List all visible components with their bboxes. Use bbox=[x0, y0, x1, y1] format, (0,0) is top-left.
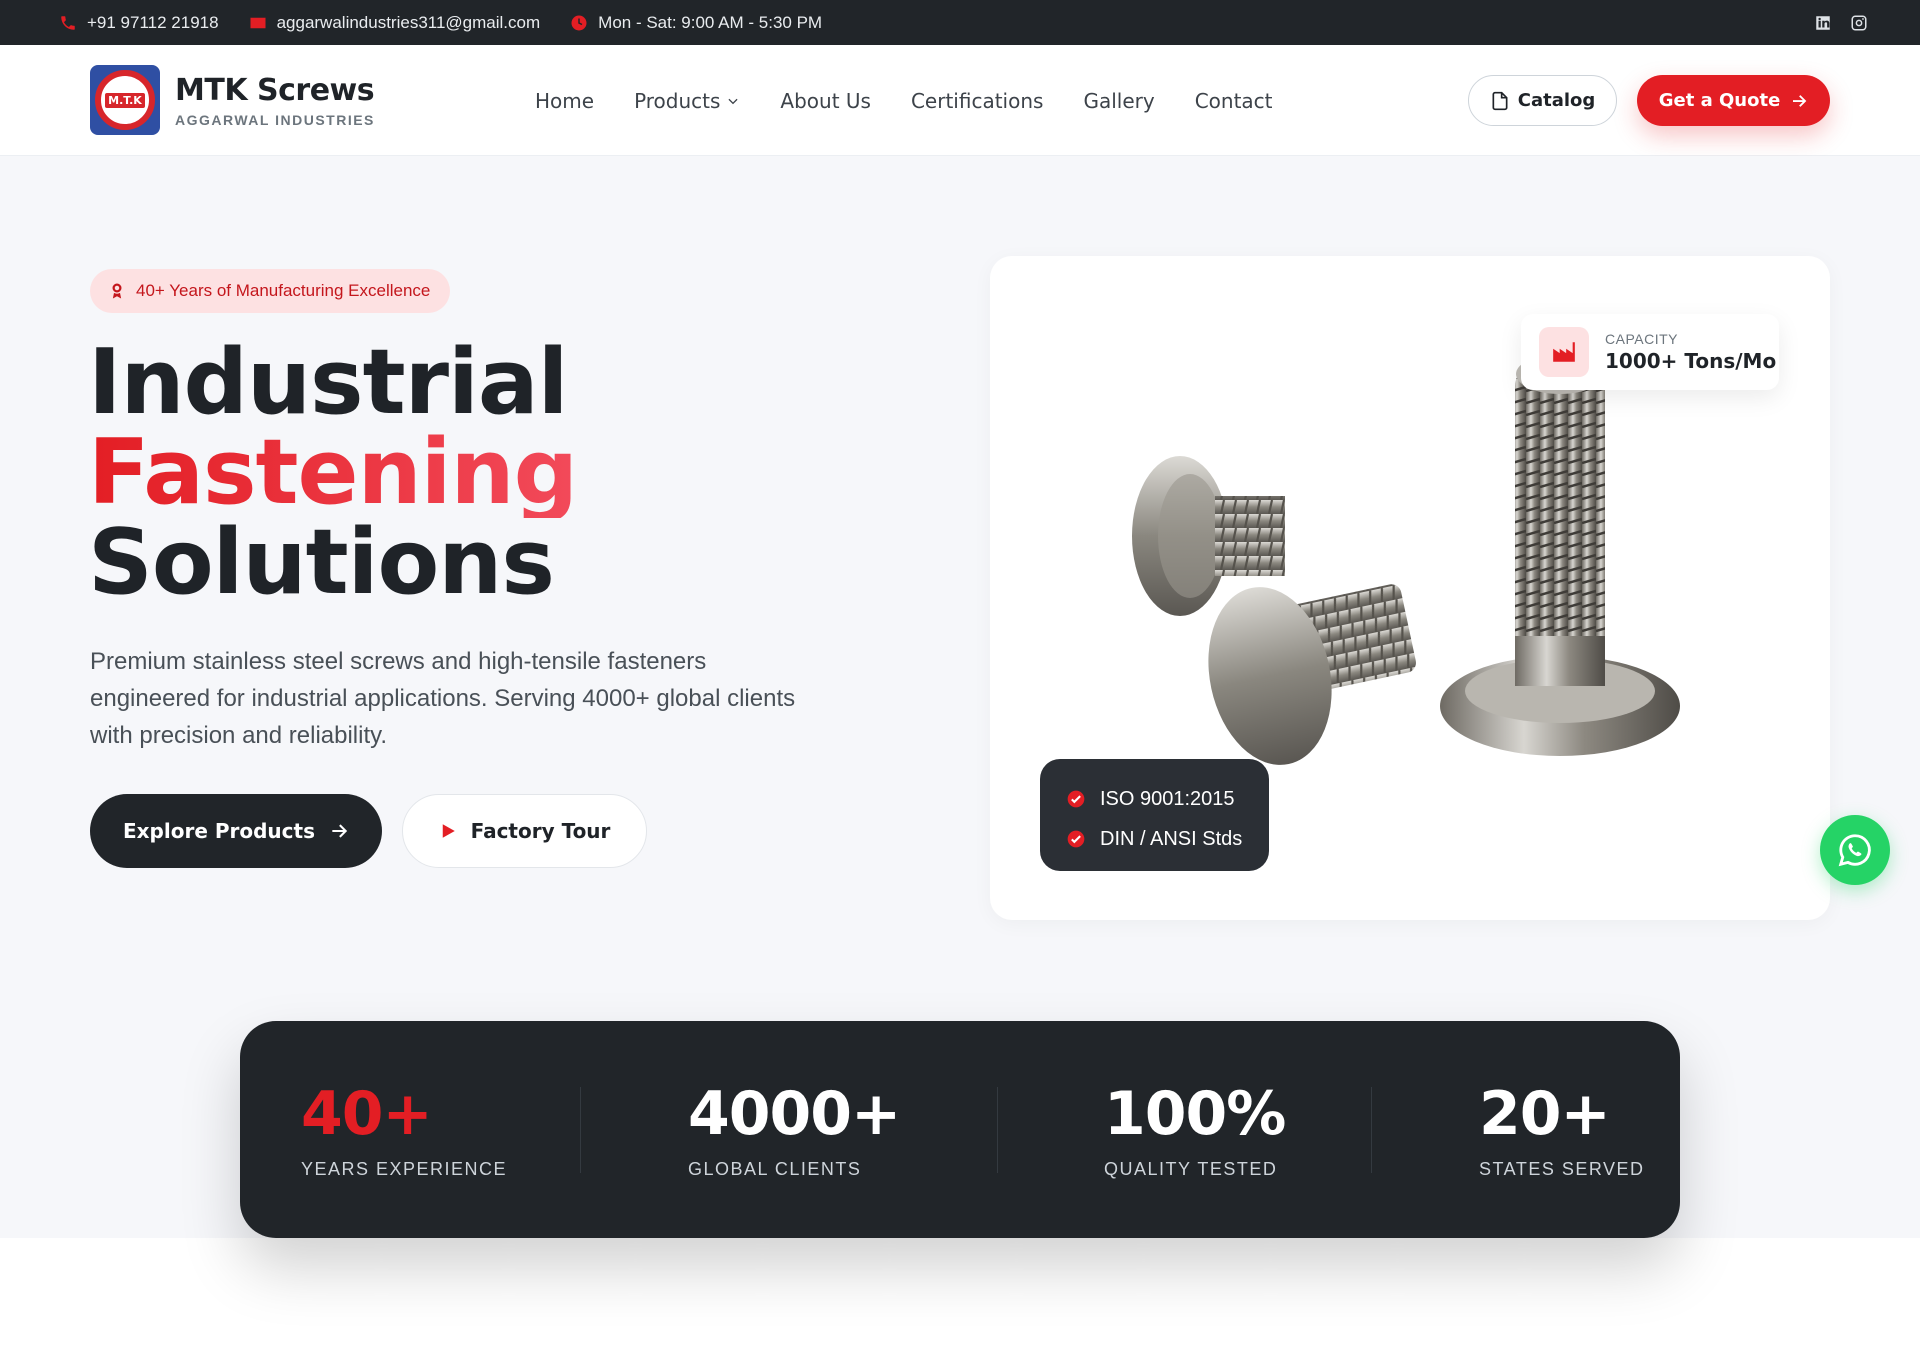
nav-certifications[interactable]: Certifications bbox=[911, 89, 1043, 113]
award-icon bbox=[112, 283, 122, 299]
nav-products[interactable]: Products bbox=[634, 89, 740, 113]
logo-text: M.T.K bbox=[105, 92, 145, 108]
logo-circle: M.T.K bbox=[95, 70, 155, 130]
main-nav: Home Products About Us Certifications Ga… bbox=[535, 45, 1273, 156]
stat-label: STATES SERVED bbox=[1479, 1159, 1645, 1179]
clock-icon bbox=[571, 15, 587, 30]
main-header: M.T.K MTK Screws AGGARWAL INDUSTRIES Hom… bbox=[0, 45, 1920, 156]
hours-info: Mon - Sat: 9:00 AM - 5:30 PM bbox=[570, 13, 822, 33]
get-quote-button[interactable]: Get a Quote bbox=[1637, 75, 1830, 126]
check-circle-icon bbox=[1067, 830, 1085, 848]
nav-about[interactable]: About Us bbox=[780, 89, 871, 113]
stat-label: YEARS EXPERIENCE bbox=[301, 1159, 508, 1179]
email-text: aggarwalindustries311@gmail.com bbox=[276, 12, 541, 32]
stat-item: 4000+ GLOBAL CLIENTS bbox=[688, 1079, 901, 1180]
experience-badge: 40+ Years of Manufacturing Excellence bbox=[90, 269, 451, 313]
tour-label: Factory Tour bbox=[470, 819, 611, 843]
factory-tour-button[interactable]: Factory Tour bbox=[402, 794, 647, 868]
top-info-bar: +91 97112 21918 aggarwalindustries311@gm… bbox=[0, 0, 1920, 45]
catalog-button[interactable]: Catalog bbox=[1468, 75, 1617, 126]
capacity-card: CAPACITY 1000+ Tons/Mo bbox=[1521, 314, 1779, 390]
nav-contact-label: Contact bbox=[1194, 88, 1273, 113]
factory-icon bbox=[1553, 342, 1575, 362]
explore-products-button[interactable]: Explore Products bbox=[90, 794, 382, 868]
stat-item: 100% QUALITY TESTED bbox=[1104, 1079, 1286, 1180]
badge-text: 40+ Years of Manufacturing Excellence bbox=[136, 281, 431, 300]
stat-item: 20+ STATES SERVED bbox=[1479, 1081, 1645, 1180]
catalog-label: Catalog bbox=[1517, 90, 1596, 111]
stat-item: 40+ YEARS EXPERIENCE bbox=[301, 1081, 507, 1180]
nav-home-label: Home bbox=[535, 88, 595, 113]
play-icon bbox=[442, 824, 455, 838]
capacity-text: CAPACITY 1000+ Tons/Mo bbox=[1605, 331, 1776, 373]
logo-mark: M.T.K bbox=[90, 65, 160, 135]
hero-headline: Industrial Fastening Solutions bbox=[88, 330, 578, 615]
hours-text: Mon - Sat: 9:00 AM - 5:30 PM bbox=[598, 12, 823, 32]
headline-line-2: Fastening bbox=[88, 420, 578, 525]
nav-home[interactable]: Home bbox=[535, 89, 594, 113]
quote-label: Get a Quote bbox=[1658, 90, 1781, 111]
brand-name: MTK Screws bbox=[175, 72, 375, 108]
email-link[interactable]: aggarwalindustries311@gmail.com bbox=[249, 12, 541, 33]
social-links bbox=[1814, 0, 1868, 45]
capacity-value: 1000+ Tons/Mo bbox=[1605, 349, 1777, 373]
check-circle-icon bbox=[1067, 790, 1085, 808]
stat-value: 20+ bbox=[1479, 1079, 1611, 1149]
whatsapp-icon bbox=[1838, 834, 1871, 867]
nav-gallery-label: Gallery bbox=[1083, 88, 1155, 113]
factory-icon-wrap bbox=[1539, 327, 1589, 377]
stat-label: QUALITY TESTED bbox=[1104, 1159, 1278, 1179]
screws-photo bbox=[1132, 354, 1680, 765]
nav-gallery[interactable]: Gallery bbox=[1083, 89, 1154, 113]
headline-line-1: Industrial bbox=[88, 330, 568, 435]
whatsapp-button[interactable] bbox=[1820, 815, 1890, 885]
arrow-right-icon bbox=[332, 824, 348, 838]
stat-value: 4000+ bbox=[688, 1079, 901, 1149]
stat-value: 100% bbox=[1104, 1079, 1286, 1149]
cert-label: ISO 9001:2015 bbox=[1100, 787, 1235, 810]
stat-value: 40+ bbox=[301, 1079, 433, 1149]
hero-description: Premium stainless steel screws and high-… bbox=[90, 648, 796, 749]
brand-subtitle: AGGARWAL INDUSTRIES bbox=[175, 111, 375, 128]
stat-divider bbox=[580, 1087, 581, 1173]
stat-divider bbox=[1371, 1087, 1372, 1173]
phone-text: +91 97112 21918 bbox=[87, 12, 219, 32]
explore-label: Explore Products bbox=[122, 819, 315, 843]
chevron-down-icon bbox=[728, 98, 738, 104]
arrow-right-icon bbox=[1793, 94, 1807, 107]
nav-about-label: About Us bbox=[780, 88, 871, 113]
cert-label: DIN / ANSI Stds bbox=[1100, 827, 1243, 850]
pdf-file-icon bbox=[1492, 91, 1508, 110]
linkedin-icon[interactable] bbox=[1814, 14, 1832, 32]
stat-divider bbox=[997, 1087, 998, 1173]
nav-products-label: Products bbox=[634, 88, 721, 113]
phone-link[interactable]: +91 97112 21918 bbox=[59, 13, 219, 33]
phone-icon bbox=[61, 15, 75, 30]
certifications-card: ISO 9001:2015 DIN / ANSI Stds bbox=[1040, 759, 1269, 871]
brand-text: MTK Screws AGGARWAL INDUSTRIES bbox=[175, 73, 375, 128]
contact-info: +91 97112 21918 aggarwalindustries311@gm… bbox=[59, 0, 822, 45]
cert-item: ISO 9001:2015 bbox=[1066, 779, 1269, 819]
nav-certifications-label: Certifications bbox=[910, 88, 1044, 113]
capacity-label: CAPACITY bbox=[1605, 331, 1678, 347]
cert-item: DIN / ANSI Stds bbox=[1066, 819, 1269, 859]
instagram-icon[interactable] bbox=[1850, 14, 1868, 32]
stat-label: GLOBAL CLIENTS bbox=[688, 1159, 862, 1179]
stats-bar: 40+ YEARS EXPERIENCE 4000+ GLOBAL CLIENT… bbox=[240, 1021, 1680, 1238]
headline-line-3: Solutions bbox=[88, 510, 555, 615]
envelope-icon bbox=[250, 17, 266, 28]
brand-logo-link[interactable]: M.T.K MTK Screws AGGARWAL INDUSTRIES bbox=[90, 65, 375, 135]
nav-contact[interactable]: Contact bbox=[1195, 89, 1273, 113]
